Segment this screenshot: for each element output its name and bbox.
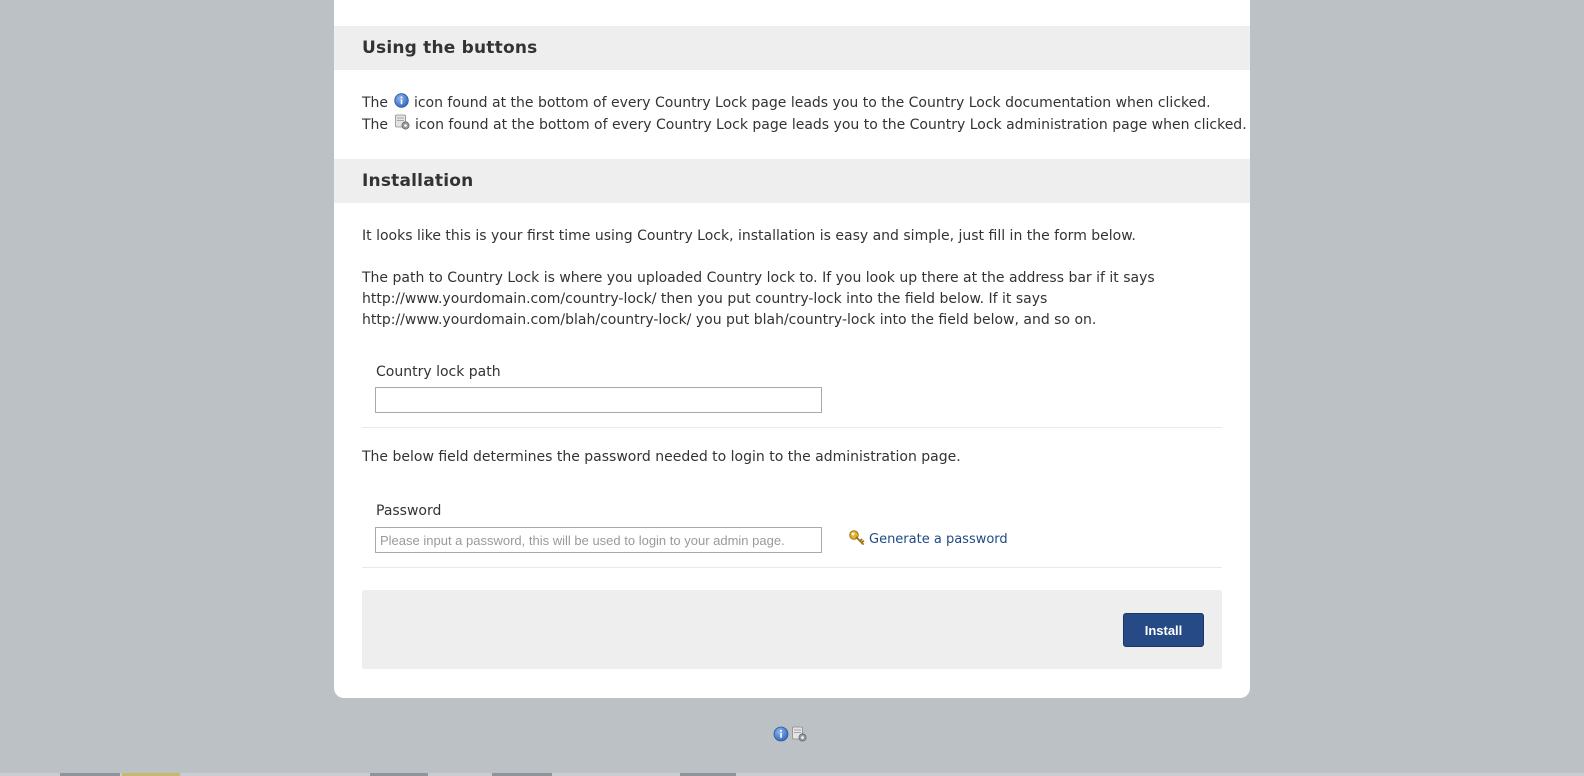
section-header-installation: Installation [334,159,1250,203]
divider [362,427,1222,428]
country-lock-path-input[interactable] [375,387,822,413]
section-header-buttons: Using the buttons [334,26,1250,70]
form-actions: Install [362,590,1222,669]
generate-password-label: Generate a password [869,531,1008,547]
path-help-line-2: http://www.yourdomain.com/country-lock/ … [362,291,1048,307]
main-card: Using the buttons The icon found at the … [334,0,1250,698]
key-icon [848,529,866,549]
password-help: The below field determines the password … [362,449,961,465]
documentation-info-icon[interactable] [773,726,789,742]
section-title-buttons: Using the buttons [362,38,538,58]
generate-password-link[interactable]: Generate a password [848,529,1008,549]
path-help-line-3: http://www.yourdomain.com/blah/country-l… [362,312,1097,328]
footer-icons [773,726,807,742]
section-title-installation: Installation [362,171,474,191]
admin-gear-icon [394,114,410,137]
administration-gear-icon[interactable] [791,726,807,742]
installation-intro: It looks like this is your first time us… [362,228,1136,244]
country-lock-path-label: Country lock path [376,364,501,380]
install-button[interactable]: Install [1123,613,1204,647]
password-label: Password [376,503,442,519]
info-icon-description: The icon found at the bottom of every Co… [362,93,1211,115]
divider [362,567,1222,568]
password-input[interactable] [375,527,822,553]
admin-icon-description: The icon found at the bottom of every Co… [362,114,1247,137]
info-icon [393,93,409,115]
path-help-line-1: The path to Country Lock is where you up… [362,270,1155,286]
